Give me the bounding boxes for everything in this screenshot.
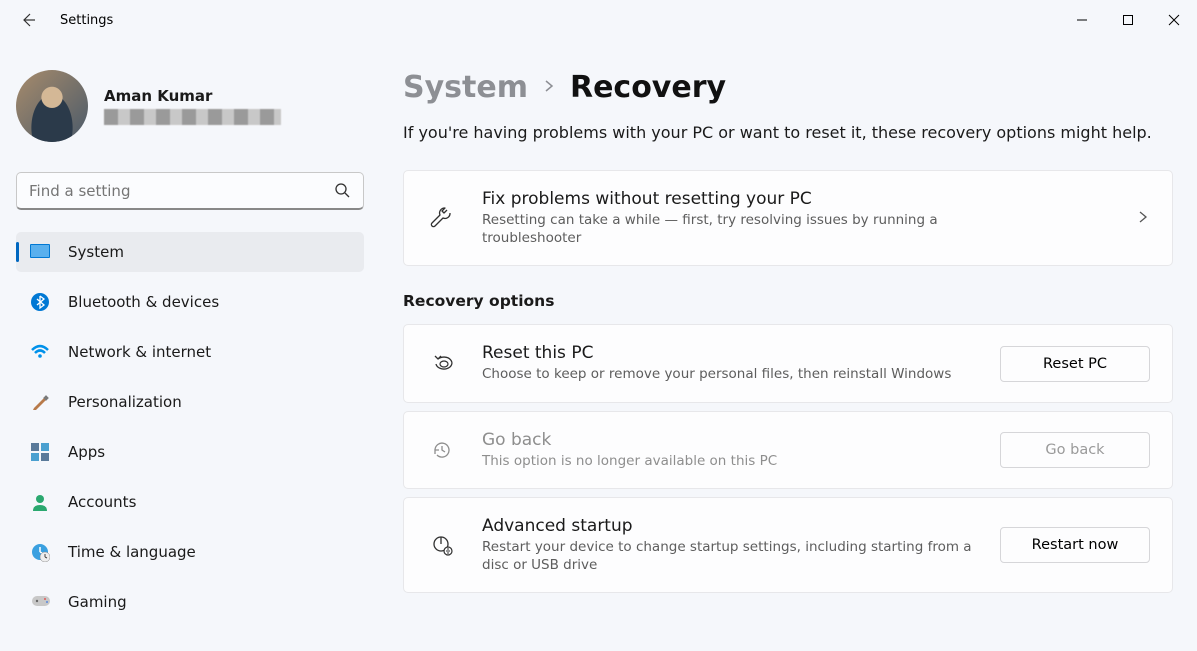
user-email-redacted: [104, 109, 281, 125]
nav-label: Network & internet: [68, 343, 211, 361]
history-icon: [428, 438, 456, 462]
card-subtitle: Restart your device to change startup se…: [482, 538, 974, 574]
wrench-icon: [428, 206, 456, 230]
nav-label: System: [68, 243, 124, 261]
section-title: Recovery options: [403, 292, 1177, 310]
user-profile[interactable]: Aman Kumar: [16, 70, 365, 142]
user-name: Aman Kumar: [104, 87, 281, 105]
restart-now-button[interactable]: Restart now: [1000, 527, 1150, 563]
nav-apps[interactable]: Apps: [16, 432, 364, 472]
personalization-icon: [30, 392, 50, 412]
card-title: Fix problems without resetting your PC: [482, 189, 1110, 209]
avatar: [16, 70, 88, 142]
search-input[interactable]: [16, 172, 364, 210]
app-title: Settings: [60, 13, 113, 28]
card-subtitle: Resetting can take a while — first, try …: [482, 211, 1002, 247]
nav-accounts[interactable]: Accounts: [16, 482, 364, 522]
back-button[interactable]: [18, 10, 38, 30]
reset-pc-card: Reset this PC Choose to keep or remove y…: [403, 324, 1173, 402]
reset-pc-button[interactable]: Reset PC: [1000, 346, 1150, 382]
close-button[interactable]: [1151, 0, 1197, 40]
nav-gaming[interactable]: Gaming: [16, 582, 364, 622]
breadcrumb: System Recovery: [403, 70, 1177, 105]
card-title: Advanced startup: [482, 516, 974, 536]
advanced-startup-card: Advanced startup Restart your device to …: [403, 497, 1173, 593]
go-back-button: Go back: [1000, 432, 1150, 468]
wifi-icon: [30, 342, 50, 362]
search-icon[interactable]: [334, 182, 350, 202]
intro-text: If you're having problems with your PC o…: [403, 123, 1177, 142]
accounts-icon: [30, 492, 50, 512]
card-subtitle: Choose to keep or remove your personal f…: [482, 365, 974, 383]
nav-personalization[interactable]: Personalization: [16, 382, 364, 422]
nav-label: Accounts: [68, 493, 136, 511]
nav-bluetooth[interactable]: Bluetooth & devices: [16, 282, 364, 322]
reset-icon: [428, 352, 456, 376]
system-icon: [30, 242, 50, 262]
nav-label: Bluetooth & devices: [68, 293, 219, 311]
card-subtitle: This option is no longer available on th…: [482, 452, 974, 470]
breadcrumb-current: Recovery: [570, 70, 726, 105]
breadcrumb-parent[interactable]: System: [403, 70, 528, 105]
minimize-button[interactable]: [1059, 0, 1105, 40]
nav-label: Gaming: [68, 593, 127, 611]
apps-icon: [30, 442, 50, 462]
nav-time-language[interactable]: Time & language: [16, 532, 364, 572]
chevron-right-icon: [1136, 209, 1150, 228]
go-back-card: Go back This option is no longer availab…: [403, 411, 1173, 489]
maximize-button[interactable]: [1105, 0, 1151, 40]
time-language-icon: [30, 542, 50, 562]
chevron-right-icon: [542, 78, 556, 97]
nav-label: Personalization: [68, 393, 182, 411]
nav-label: Apps: [68, 443, 105, 461]
nav-label: Time & language: [68, 543, 196, 561]
gaming-icon: [30, 592, 50, 612]
nav-system[interactable]: System: [16, 232, 364, 272]
power-settings-icon: [428, 533, 456, 557]
card-title: Go back: [482, 430, 974, 450]
fix-problems-card[interactable]: Fix problems without resetting your PC R…: [403, 170, 1173, 266]
nav-network[interactable]: Network & internet: [16, 332, 364, 372]
card-title: Reset this PC: [482, 343, 974, 363]
bluetooth-icon: [30, 292, 50, 312]
